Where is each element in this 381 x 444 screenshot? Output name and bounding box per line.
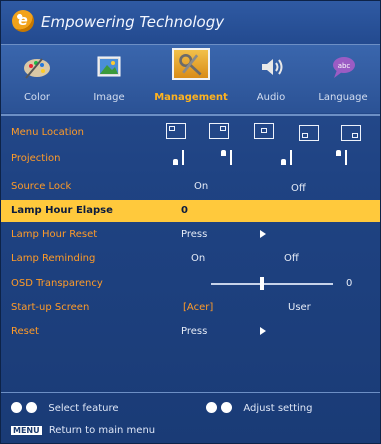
location-top-right-icon[interactable] <box>209 123 229 139</box>
option-on[interactable]: On <box>191 253 205 264</box>
row-label: Lamp Hour Elapse <box>11 205 113 216</box>
tab-label: Audio <box>256 92 286 103</box>
menu-tabs: Color Image Management Audio abc Languag… <box>1 45 380 113</box>
projection-row[interactable]: Projection <box>1 149 380 171</box>
tab-audio[interactable]: Audio <box>241 45 301 113</box>
location-bottom-left-icon[interactable] <box>299 125 319 141</box>
menu-hint-text: Return to main menu <box>48 425 156 436</box>
option-user[interactable]: User <box>288 302 311 313</box>
projection-front-icon[interactable] <box>173 150 199 165</box>
menu-hint: MENU Return to main menu <box>11 425 155 436</box>
projection-rear-ceiling-icon[interactable] <box>336 150 362 165</box>
row-label: Start-up Screen <box>11 302 90 313</box>
projection-front-ceiling-icon[interactable] <box>221 150 247 165</box>
tab-language[interactable]: abc Language <box>313 45 373 113</box>
select-hint-text: Select feature <box>48 402 119 414</box>
press-value: Press <box>181 326 208 337</box>
acer-logo-icon: e <box>12 10 34 32</box>
right-button-icon <box>221 402 233 413</box>
startup-screen-row[interactable]: Start-up Screen [Acer] User <box>1 298 380 318</box>
up-button-icon <box>11 402 22 413</box>
tab-label: Image <box>93 92 125 103</box>
tab-label: Color <box>23 92 51 103</box>
speaker-icon <box>262 59 283 75</box>
press-value: Press <box>181 229 208 240</box>
settings-panel: Menu Location Projection Source Lock On … <box>1 116 380 392</box>
transparency-slider-track[interactable] <box>211 283 333 285</box>
left-button-icon <box>206 402 217 413</box>
down-button-icon <box>26 402 38 413</box>
menu-key-icon: MENU <box>11 425 42 435</box>
projector-osd-menu: e Empowering Technology Color Image Mana… <box>0 0 381 444</box>
lamp-reminding-row[interactable]: Lamp Reminding On Off <box>1 249 380 269</box>
tab-label: Language <box>318 92 368 103</box>
svg-text:abc: abc <box>338 62 351 70</box>
adjust-hint-text: Adjust setting <box>243 402 313 414</box>
select-hint: Select feature <box>11 402 119 414</box>
brand-tagline: Empowering Technology <box>41 13 225 31</box>
option-acer[interactable]: [Acer] <box>183 302 213 313</box>
transparency-slider-handle[interactable] <box>260 277 264 290</box>
tab-management[interactable]: Management <box>154 45 228 113</box>
header-bar: e Empowering Technology <box>1 1 380 45</box>
transparency-value: 0 <box>346 278 353 289</box>
tab-image[interactable]: Image <box>79 45 139 113</box>
adjust-hint: Adjust setting <box>206 402 312 414</box>
option-off[interactable]: Off <box>291 183 306 194</box>
location-top-left-icon[interactable] <box>166 123 186 139</box>
source-lock-row[interactable]: Source Lock On Off <box>1 177 380 197</box>
lamp-hour-elapse-row[interactable]: Lamp Hour Elapse 0 <box>1 200 380 222</box>
option-off[interactable]: Off <box>284 253 299 264</box>
picture-icon <box>97 56 121 77</box>
reset-row[interactable]: Reset Press <box>1 322 380 342</box>
arrow-right-icon[interactable] <box>260 327 266 335</box>
lamp-hours-value: 0 <box>181 205 188 216</box>
osd-transparency-row[interactable]: OSD Transparency 0 <box>1 274 380 294</box>
tab-color[interactable]: Color <box>7 45 67 113</box>
palette-icon <box>24 58 50 79</box>
tab-label: Management <box>154 92 228 103</box>
projection-rear-icon[interactable] <box>281 150 307 165</box>
lamp-hour-reset-row[interactable]: Lamp Hour Reset Press <box>1 225 380 245</box>
row-label: Lamp Hour Reset <box>11 229 98 240</box>
row-label: OSD Transparency <box>11 278 103 289</box>
location-bottom-right-icon[interactable] <box>341 125 361 141</box>
speech-bubble-icon: abc <box>333 57 355 78</box>
tools-icon <box>172 48 210 80</box>
arrow-right-icon[interactable] <box>260 230 266 238</box>
location-center-icon[interactable] <box>254 123 274 139</box>
row-label: Source Lock <box>11 181 72 192</box>
row-label: Reset <box>11 326 39 337</box>
row-label: Menu Location <box>11 127 84 138</box>
row-label: Projection <box>11 153 61 164</box>
menu-location-row[interactable]: Menu Location <box>1 119 380 145</box>
option-on[interactable]: On <box>194 181 208 192</box>
help-footer: Select feature Adjust setting MENU Retur… <box>1 392 380 444</box>
row-label: Lamp Reminding <box>11 253 96 264</box>
